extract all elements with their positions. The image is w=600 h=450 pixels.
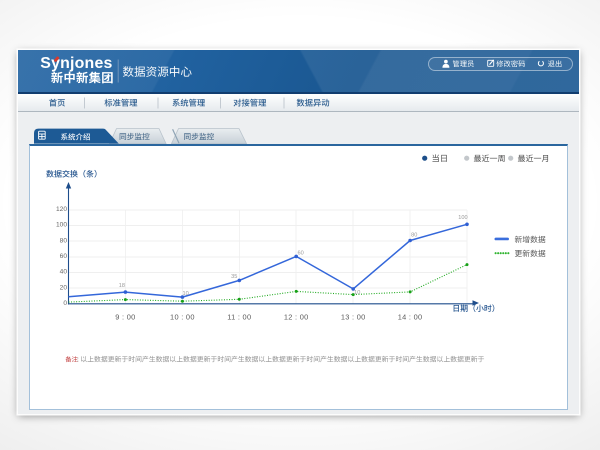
svg-text:14 : 00: 14 : 00: [398, 313, 423, 322]
svg-text:10 : 00: 10 : 00: [170, 313, 195, 322]
svg-text:60: 60: [60, 253, 68, 260]
svg-text:40: 40: [60, 269, 68, 276]
svg-text:9 : 00: 9 : 00: [115, 313, 135, 322]
svg-text:12 : 00: 12 : 00: [284, 313, 309, 322]
svg-text:0: 0: [63, 300, 67, 307]
svg-text:20: 20: [60, 284, 68, 291]
svg-text:80: 80: [60, 237, 68, 244]
svg-text:80: 80: [411, 233, 417, 239]
svg-text:18: 18: [119, 283, 125, 289]
svg-text:100: 100: [458, 215, 467, 221]
svg-text:10: 10: [354, 290, 360, 296]
svg-text:10: 10: [182, 291, 188, 297]
svg-text:100: 100: [56, 222, 67, 229]
svg-text:120: 120: [56, 206, 67, 213]
svg-text:13 : 00: 13 : 00: [341, 313, 366, 322]
svg-text:60: 60: [297, 250, 303, 256]
svg-text:35: 35: [231, 274, 237, 280]
svg-text:11 : 00: 11 : 00: [227, 313, 251, 322]
